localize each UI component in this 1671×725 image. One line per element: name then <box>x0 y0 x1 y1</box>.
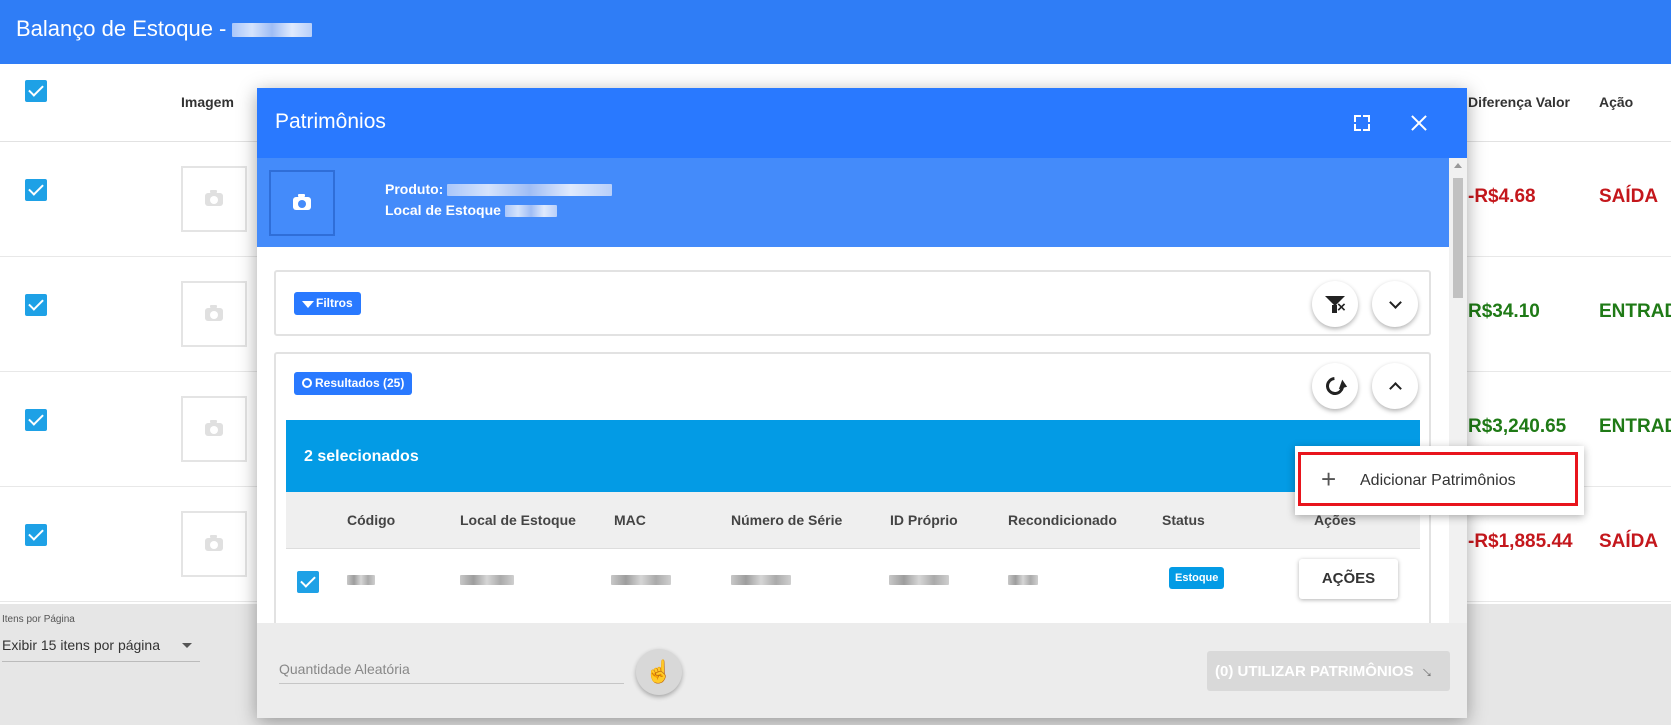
row-checkbox[interactable] <box>25 179 47 201</box>
hand-pointer-icon: ☝ <box>645 659 673 684</box>
redacted-cell <box>731 575 791 585</box>
items-per-page-select[interactable]: Exibir 15 itens por página <box>2 634 200 662</box>
diff-value: R$34.10 <box>1468 301 1540 322</box>
header-action: Ação <box>1599 94 1634 110</box>
row-checkbox[interactable] <box>25 524 47 546</box>
clear-filters-button[interactable] <box>1312 281 1358 327</box>
row-actions-button[interactable]: AÇÕES <box>1299 559 1398 599</box>
search-icon <box>302 378 312 388</box>
product-image <box>269 170 335 236</box>
redacted-location <box>504 205 557 218</box>
close-icon[interactable] <box>1404 108 1434 138</box>
filters-chip[interactable]: Filtros <box>294 292 361 315</box>
patrimonios-dialog: Patrimônios Produto: Local de Estoque Fi… <box>257 88 1467 718</box>
dialog-title: Patrimônios <box>275 110 386 133</box>
chevron-up-icon <box>1388 381 1402 395</box>
camera-icon <box>205 534 223 551</box>
scroll-up-icon[interactable] <box>1454 163 1462 168</box>
action-label: ENTRAD <box>1599 301 1671 322</box>
col-id-proprio: ID Próprio <box>890 512 958 528</box>
redacted-cell <box>889 575 949 585</box>
product-thumbnail <box>181 396 247 462</box>
col-local-estoque: Local de Estoque <box>460 512 576 528</box>
redacted-product <box>447 184 613 197</box>
pick-random-button[interactable]: ☝ <box>636 649 682 695</box>
col-numero-serie: Número de Série <box>731 512 843 528</box>
refresh-icon <box>1322 373 1348 399</box>
camera-icon <box>205 189 223 206</box>
camera-icon <box>293 193 311 210</box>
refresh-button[interactable] <box>1312 363 1358 409</box>
dialog-header: Patrimônios <box>257 88 1467 158</box>
dialog-body: Produto: Local de Estoque Filtros Result… <box>257 158 1449 623</box>
selected-count: 2 selecionados <box>304 448 419 465</box>
product-line: Produto: <box>385 181 613 197</box>
arrow-down-right-icon: → <box>1415 657 1442 684</box>
row-checkbox[interactable] <box>25 409 47 431</box>
scrollbar-thumb[interactable] <box>1453 178 1463 298</box>
plus-icon: + <box>1321 464 1337 494</box>
product-info: Produto: Local de Estoque <box>257 158 1449 247</box>
col-recondicionado: Recondicionado <box>1008 512 1117 528</box>
select-all-checkbox[interactable] <box>25 80 47 102</box>
table-row: Estoque AÇÕES <box>286 549 1420 619</box>
page-title: Balanço de Estoque - <box>16 16 313 42</box>
chevron-down-icon <box>1388 295 1402 309</box>
fullscreen-icon[interactable] <box>1347 108 1377 138</box>
col-status: Status <box>1162 512 1205 528</box>
dialog-scrollbar[interactable] <box>1449 158 1467 623</box>
dialog-footer: Quantidade Aleatória ☝ (0) UTILIZAR PATR… <box>257 623 1467 718</box>
filter-icon <box>302 301 314 308</box>
add-patrimonios-menu-item[interactable]: + Adicionar Patrimônios <box>1298 452 1578 506</box>
results-chip[interactable]: Resultados (25) <box>294 372 413 395</box>
use-patrimonios-button[interactable]: (0) UTILIZAR PATRIMÔNIOS → <box>1207 651 1450 691</box>
top-bar: Balanço de Estoque - <box>0 0 1671 64</box>
context-menu: + Adicionar Patrimônios <box>1295 446 1584 515</box>
row-checkbox[interactable] <box>25 294 47 316</box>
redacted-cell <box>611 575 671 585</box>
redacted-cell <box>1008 575 1038 585</box>
items-per-page-label: Itens por Página <box>2 614 75 625</box>
diff-value: -R$1,885.44 <box>1468 531 1573 552</box>
expand-filters-button[interactable] <box>1372 281 1418 327</box>
diff-value: -R$4.68 <box>1468 186 1536 207</box>
selection-bar: 2 selecionados <box>286 420 1420 492</box>
action-label: SAÍDA <box>1599 531 1659 552</box>
row-checkbox[interactable] <box>297 571 319 593</box>
col-mac: MAC <box>614 512 646 528</box>
diff-value: R$3,240.65 <box>1468 416 1567 437</box>
input-underline <box>279 683 624 684</box>
results-panel: Resultados (25) 2 selecionados Código Lo… <box>274 352 1431 623</box>
header-diff-value: Diferença Valor <box>1468 94 1570 110</box>
location-line: Local de Estoque <box>385 202 557 218</box>
random-quantity-input[interactable]: Quantidade Aleatória <box>279 661 410 677</box>
dropdown-caret-icon <box>182 643 192 648</box>
redacted-cell <box>460 575 514 585</box>
filter-clear-icon <box>1324 293 1346 316</box>
collapse-results-button[interactable] <box>1372 363 1418 409</box>
product-thumbnail <box>181 281 247 347</box>
redacted-title <box>232 23 313 38</box>
header-image: Imagem <box>181 94 234 110</box>
status-badge: Estoque <box>1169 567 1225 589</box>
redacted-cell <box>347 575 375 585</box>
col-codigo: Código <box>347 512 396 528</box>
camera-icon <box>205 304 223 321</box>
product-thumbnail <box>181 511 247 577</box>
action-label: ENTRAD <box>1599 416 1671 437</box>
results-table-header: Código Local de Estoque MAC Número de Sé… <box>286 492 1420 549</box>
filters-panel: Filtros <box>274 270 1431 336</box>
action-label: SAÍDA <box>1599 186 1659 207</box>
camera-icon <box>205 419 223 436</box>
product-thumbnail <box>181 166 247 232</box>
